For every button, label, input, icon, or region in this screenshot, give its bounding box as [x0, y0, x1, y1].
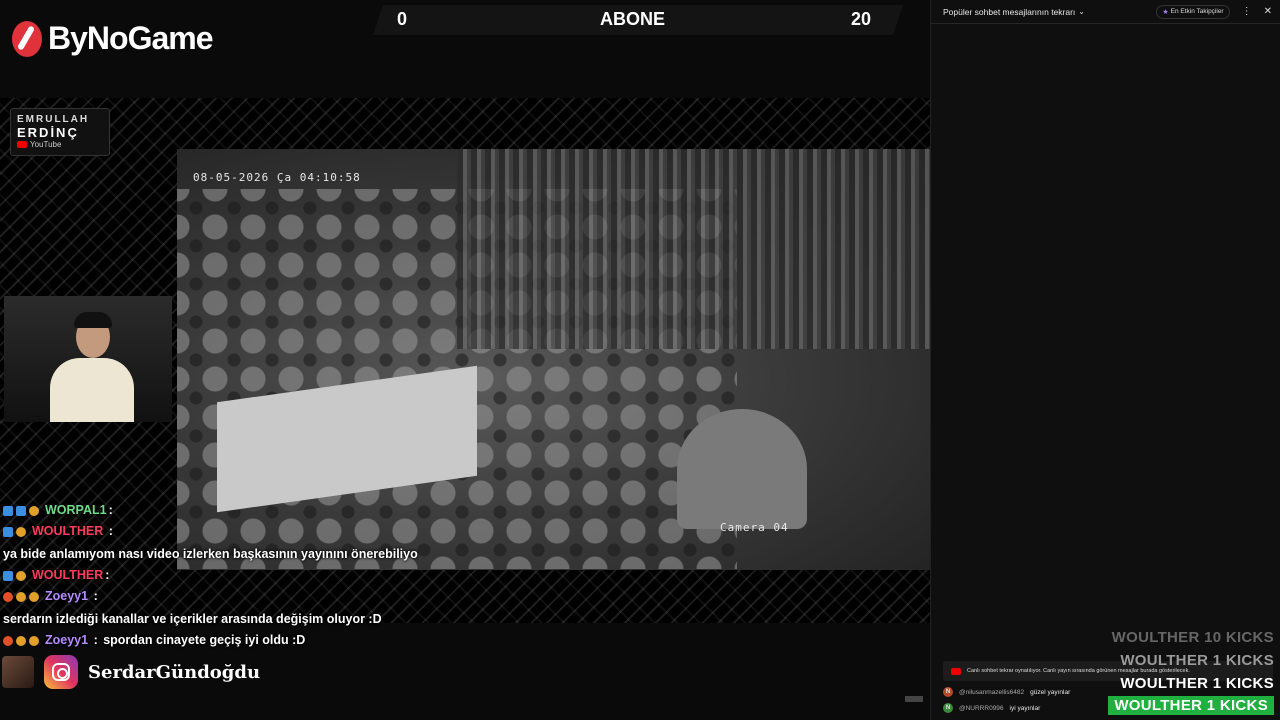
chat-header: Popüler sohbet mesajlarının tekrarı ⌄ ★ E… — [931, 0, 1280, 24]
chat-body — [931, 25, 1280, 720]
badge-icon — [3, 570, 13, 581]
badge-icon — [16, 505, 26, 516]
chevron-down-icon[interactable]: ⌄ — [1078, 7, 1085, 16]
top-fans-button[interactable]: ★ En Etkin Takipçiler — [1156, 4, 1230, 19]
kick-alert: WOULTHER 1 KICKS — [1120, 652, 1274, 669]
overlay-chat-username: Zoeyy1 — [45, 633, 89, 647]
youtube-icon — [17, 141, 27, 148]
top-fans-label: En Etkin Takipçiler — [1170, 8, 1224, 15]
cctv-camera-label: Camera 04 — [720, 521, 789, 534]
scoreboard-title: ABONE — [600, 9, 666, 29]
chat-author: @NURRR0996 — [959, 704, 1004, 712]
kick-alert: WOULTHER 10 KICKS — [1111, 629, 1274, 646]
badge-icon — [3, 591, 13, 602]
chat-message[interactable]: N @NURRR0996 iyi yayınlar — [943, 703, 1040, 713]
overlay-chat-message: WOULTHER : — [3, 565, 423, 586]
overlay-chat-username: WOULTHER — [32, 524, 104, 538]
live-chat-panel: Popüler sohbet mesajlarının tekrarı ⌄ ★ E… — [930, 0, 1280, 720]
youtube-play-icon — [951, 667, 961, 675]
avatar: N — [943, 687, 953, 697]
overlay-chat: WORPAL1 : WOULTHER : ya bide anlamıyom n… — [3, 500, 423, 651]
watermark-logo — [905, 696, 923, 702]
badge-icon — [29, 505, 39, 516]
channel-logo-line2: ERDİNÇ — [17, 125, 79, 140]
channel-logo-line1: EMRULLAH — [17, 114, 90, 125]
channel-logo-line3: YouTube — [30, 140, 62, 149]
badge-icon — [3, 635, 13, 646]
overlay-chat-text: spordan cinayete geçiş iyi oldu :D — [103, 633, 306, 647]
star-icon: ★ — [1162, 8, 1169, 16]
social-bar: SerdarGündoğdu — [2, 655, 260, 689]
kick-alert: WOULTHER 1 KICKS — [1120, 675, 1274, 692]
badge-icon — [3, 505, 13, 516]
overlay-chat-username: WOULTHER — [32, 568, 104, 582]
overlay-chat-text: ya bide anlamıyom nası video izlerken ba… — [3, 547, 418, 561]
overlay-chat-username: WORPAL1 — [45, 503, 107, 517]
close-icon[interactable]: ✕ — [1264, 6, 1272, 17]
avatar — [2, 656, 34, 688]
cctv-timestamp: 08-05-2026 Ça 04:10:58 — [193, 171, 361, 184]
brand-name: ByNoGame — [48, 20, 213, 56]
channel-logo: EMRULLAH ERDİNÇ YouTube — [10, 108, 110, 156]
badge-icon — [16, 526, 26, 537]
badge-icon — [29, 635, 39, 646]
chat-author: @nilusanmazellis6482 — [959, 688, 1025, 696]
badge-icon — [29, 591, 39, 602]
chat-mode-dropdown[interactable]: Popüler sohbet mesajlarının tekrarı — [943, 7, 1075, 17]
instagram-handle: SerdarGündoğdu — [88, 661, 261, 683]
badge-icon — [16, 570, 26, 581]
avatar: N — [943, 703, 953, 713]
more-options-icon[interactable]: ⋮ — [1242, 6, 1252, 17]
chat-text: güzel yayınlar — [1030, 688, 1071, 696]
chat-text: iyi yayınlar — [1009, 704, 1041, 712]
badge-icon — [3, 526, 13, 537]
badge-icon — [16, 591, 26, 602]
instagram-icon — [44, 655, 78, 689]
overlay-chat-text: serdarın izlediği kanallar ve içerikler … — [3, 612, 382, 626]
overlay-chat-message: Zoeyy1 : serdarın izlediği kanallar ve i… — [3, 586, 423, 630]
badge-icon — [16, 635, 26, 646]
overlay-chat-username: Zoeyy1 — [45, 589, 89, 603]
overlay-chat-message: WOULTHER : ya bide anlamıyom nası video … — [3, 521, 423, 565]
brand-icon — [12, 20, 42, 57]
brand-logo: ByNoGame — [12, 20, 213, 57]
streamer-webcam — [4, 296, 172, 422]
chat-message[interactable]: N @nilusanmazellis6482 güzel yayınlar — [943, 687, 1070, 697]
overlay-chat-message: Zoeyy1 : spordan cinayete geçiş iyi oldu… — [3, 630, 423, 651]
scoreboard-left: 0 — [397, 9, 408, 29]
overlay-chat-message: WORPAL1 : — [3, 500, 423, 521]
scoreboard-right: 20 — [851, 9, 872, 29]
kick-alert: WOULTHER 1 KICKS — [1108, 696, 1274, 715]
stream-video[interactable]: ByNoGame 0 ABONE 20 EMRULLAH ERDİNÇ YouT… — [0, 0, 930, 720]
